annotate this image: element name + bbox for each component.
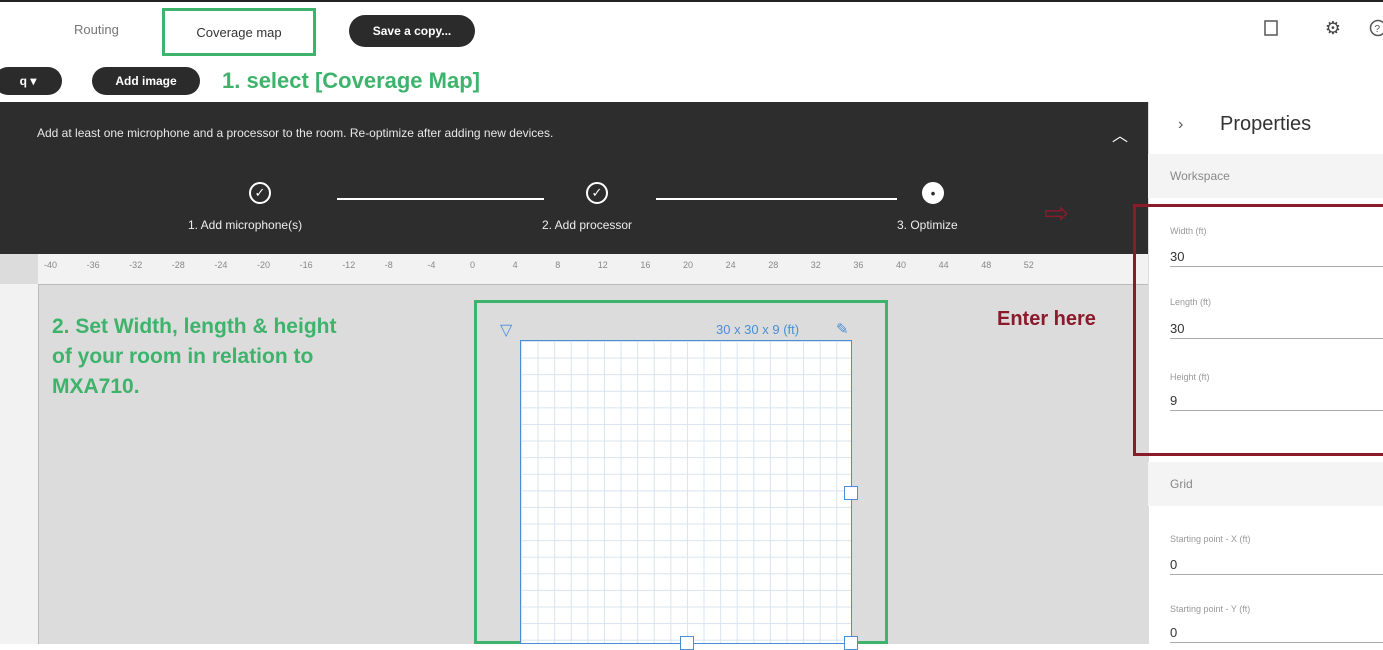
square-icon[interactable] (1259, 16, 1283, 40)
ruler-tick-label: 24 (726, 260, 736, 270)
annotation-enter-here: Enter here (997, 308, 1096, 331)
setup-banner: Add at least one microphone and a proces… (0, 102, 1148, 254)
ruler-horizontal: -40-36-32-28-24-20-16-12-8-4048121620242… (38, 254, 1148, 285)
ruler-tick-label: -28 (172, 260, 185, 270)
step-connector (656, 198, 897, 200)
banner-message: Add at least one microphone and a proces… (37, 126, 553, 140)
room-grid[interactable] (520, 340, 852, 644)
ruler-tick-label: 20 (683, 260, 693, 270)
ruler-tick-label: 36 (853, 260, 863, 270)
check-circle-icon: ✓ (249, 182, 271, 204)
arrow-right-icon: ⇨ (1044, 196, 1069, 231)
ruler-tick-label: -40 (44, 260, 57, 270)
start-x-input[interactable] (1170, 554, 1383, 575)
workspace-section-header[interactable]: Workspace (1148, 154, 1383, 198)
ruler-tick-label: 0 (470, 260, 475, 270)
start-y-label: Starting point - Y (ft) (1170, 604, 1250, 614)
ruler-tick-label: 4 (513, 260, 518, 270)
ruler-tick-label: 28 (768, 260, 778, 270)
tab-coverage-map[interactable]: Coverage map (162, 8, 316, 56)
annotation-step2: 2. Set Width, length & height of your ro… (52, 312, 352, 402)
ruler-tick-label: 16 (640, 260, 650, 270)
ruler-vertical (0, 284, 39, 644)
step-label: 2. Add processor (542, 218, 632, 232)
properties-title: Properties (1220, 113, 1311, 136)
ruler-tick-label: 12 (598, 260, 608, 270)
help-icon[interactable]: ? (1366, 16, 1383, 40)
ruler-tick-label: -12 (342, 260, 355, 270)
ruler-tick-label: 40 (896, 260, 906, 270)
top-bar: Routing Coverage map Save a copy... ⚙ ? (0, 0, 1383, 62)
ruler-tick-label: -36 (87, 260, 100, 270)
current-step-icon: • (922, 182, 944, 204)
start-x-label: Starting point - X (ft) (1170, 534, 1251, 544)
step-connector (337, 198, 544, 200)
step-label: 1. Add microphone(s) (188, 218, 302, 232)
origin-marker-icon[interactable]: ▽ (500, 320, 512, 340)
resize-handle[interactable] (844, 486, 858, 500)
room-dimensions-label[interactable]: 30 x 30 x 9 (ft) (716, 322, 799, 337)
ruler-tick-label: 32 (811, 260, 821, 270)
workspace-heading: Workspace (1170, 169, 1230, 183)
tab-routing[interactable]: Routing (74, 22, 119, 37)
chevron-right-icon[interactable]: › (1178, 116, 1183, 134)
ruler-tick-label: 48 (981, 260, 991, 270)
ruler-tick-label: 52 (1024, 260, 1034, 270)
pencil-icon[interactable]: ✎ (836, 320, 849, 338)
toolbar-row: q ▾ Add image 1. select [Coverage Map] (0, 60, 1383, 102)
chevron-up-icon[interactable]: ︿ (1112, 122, 1128, 146)
ruler-tick-label: 8 (555, 260, 560, 270)
resize-handle[interactable] (680, 636, 694, 650)
highlight-frame-fields (1133, 204, 1383, 456)
ruler-tick-label: 44 (939, 260, 949, 270)
ruler-tick-label: -24 (214, 260, 227, 270)
add-image-button[interactable]: Add image (92, 67, 200, 95)
ruler-tick-label: -20 (257, 260, 270, 270)
view-dropdown[interactable]: q ▾ (0, 67, 62, 95)
ruler-tick-label: -32 (129, 260, 142, 270)
ruler-tick-label: -16 (300, 260, 313, 270)
svg-text:?: ? (1375, 24, 1381, 35)
annotation-step1: 1. select [Coverage Map] (222, 68, 480, 94)
ruler-tick-label: -4 (427, 260, 435, 270)
grid-section-header[interactable]: Grid (1148, 462, 1383, 506)
grid-heading: Grid (1170, 477, 1193, 491)
gear-icon[interactable]: ⚙ (1321, 16, 1345, 40)
save-copy-button[interactable]: Save a copy... (349, 15, 475, 47)
start-y-input[interactable] (1170, 622, 1383, 643)
check-circle-icon: ✓ (586, 182, 608, 204)
ruler-tick-label: -8 (385, 260, 393, 270)
step-label: 3. Optimize (897, 218, 958, 232)
resize-handle[interactable] (844, 636, 858, 650)
